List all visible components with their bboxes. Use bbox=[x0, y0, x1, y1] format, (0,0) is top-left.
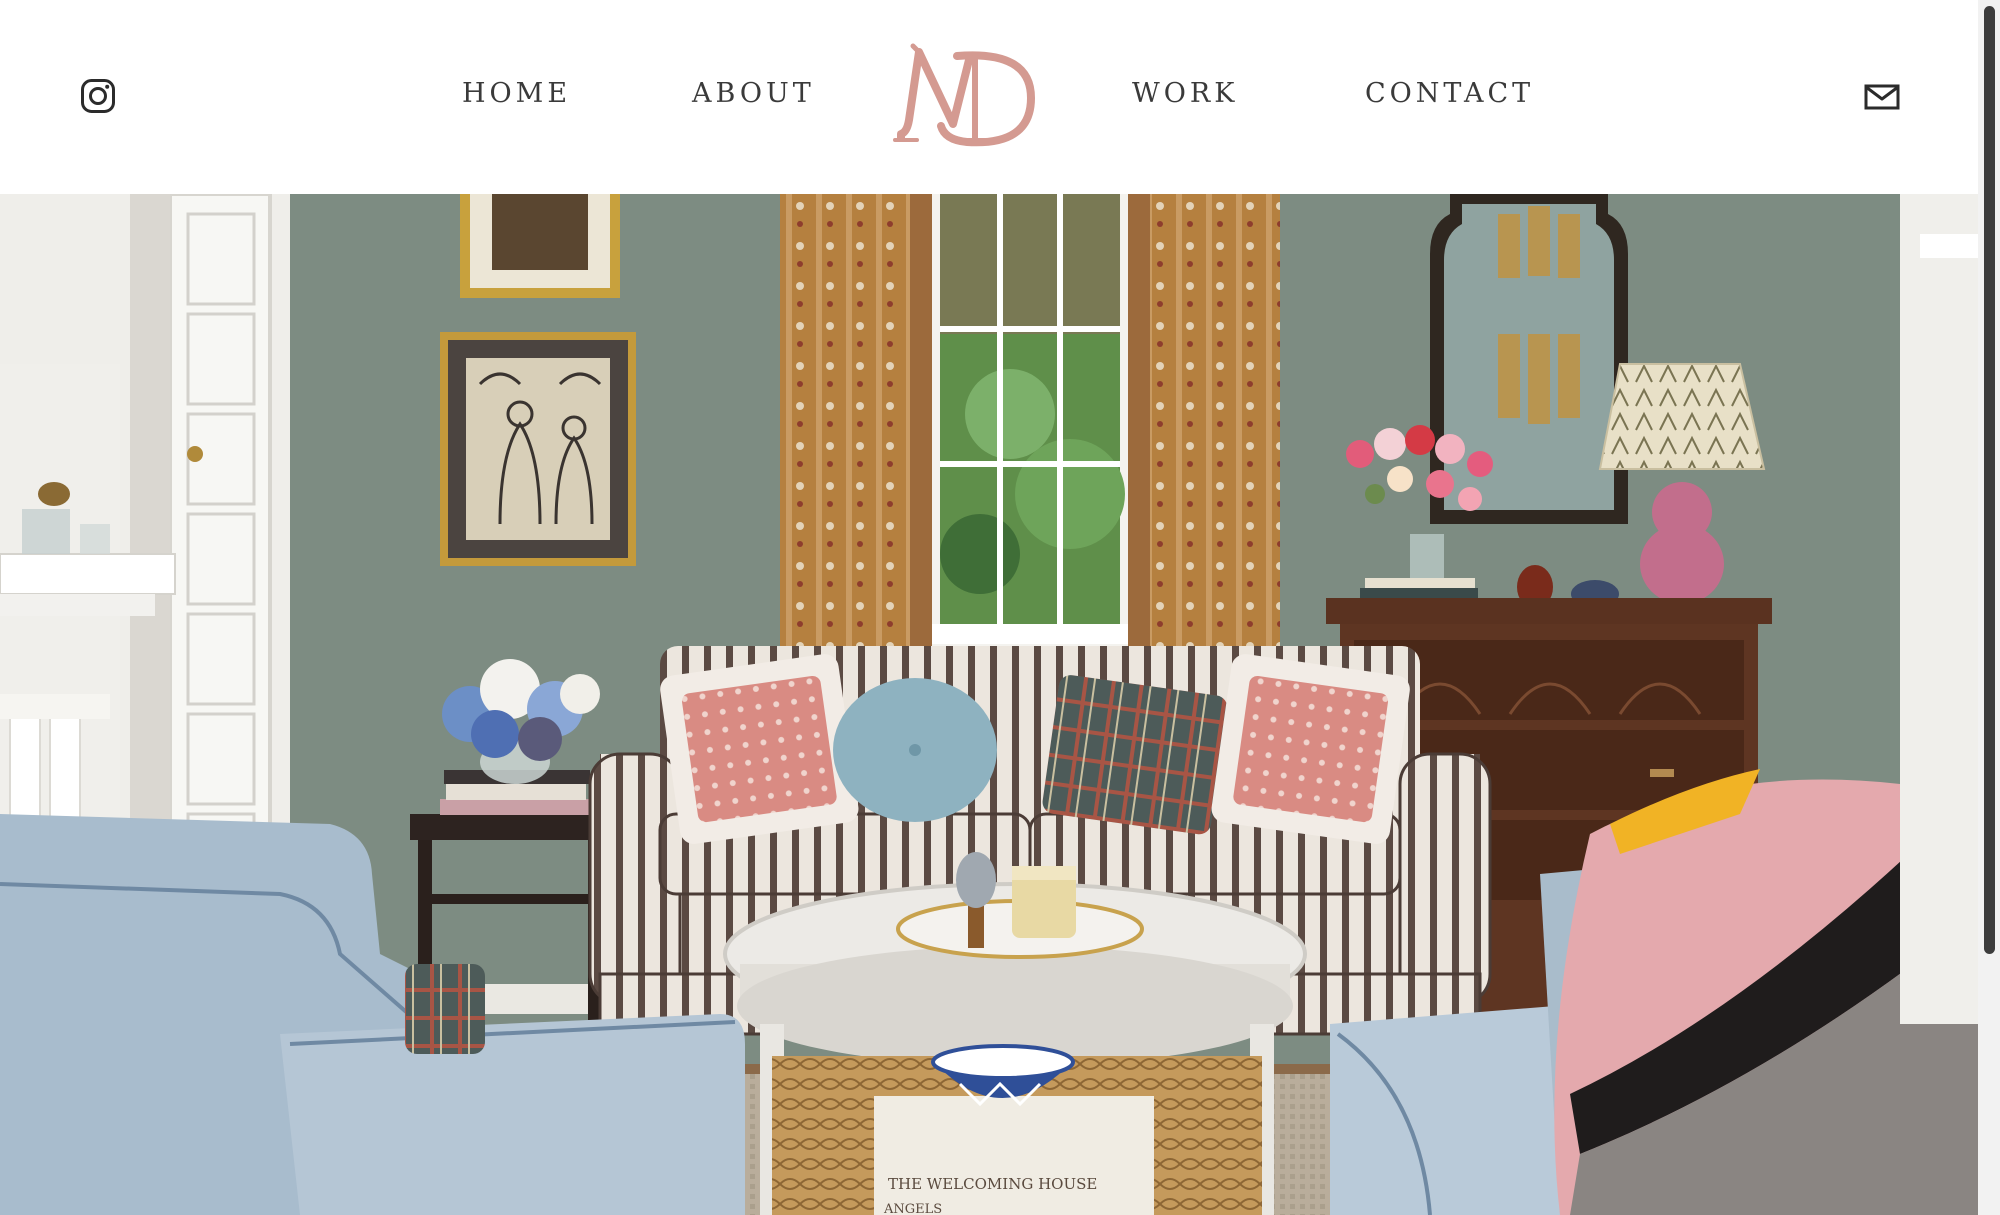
md-logo[interactable] bbox=[893, 42, 1037, 150]
hero-image-living-room: THE WELCOMING HOUSE ANGELS bbox=[0, 194, 1978, 1215]
mail-icon[interactable] bbox=[1864, 84, 1900, 110]
nav-contact-link[interactable]: CONTACT bbox=[1365, 78, 1534, 109]
book-title-welcoming-house: THE WELCOMING HOUSE bbox=[888, 1175, 1097, 1193]
nav-work-link[interactable]: WORK bbox=[1132, 78, 1238, 109]
nav-home-link[interactable]: HOME bbox=[462, 78, 571, 109]
living-room-illustration: THE WELCOMING HOUSE ANGELS bbox=[0, 194, 1978, 1215]
page-scrollbar[interactable] bbox=[1978, 0, 2000, 1215]
nav-about-link[interactable]: ABOUT bbox=[692, 78, 815, 109]
site-header: HOME ABOUT WORK CONTACT bbox=[0, 0, 1978, 194]
instagram-icon[interactable] bbox=[80, 78, 116, 114]
book-title-angels: ANGELS bbox=[883, 1202, 942, 1215]
scrollbar-thumb[interactable] bbox=[1984, 6, 1995, 954]
